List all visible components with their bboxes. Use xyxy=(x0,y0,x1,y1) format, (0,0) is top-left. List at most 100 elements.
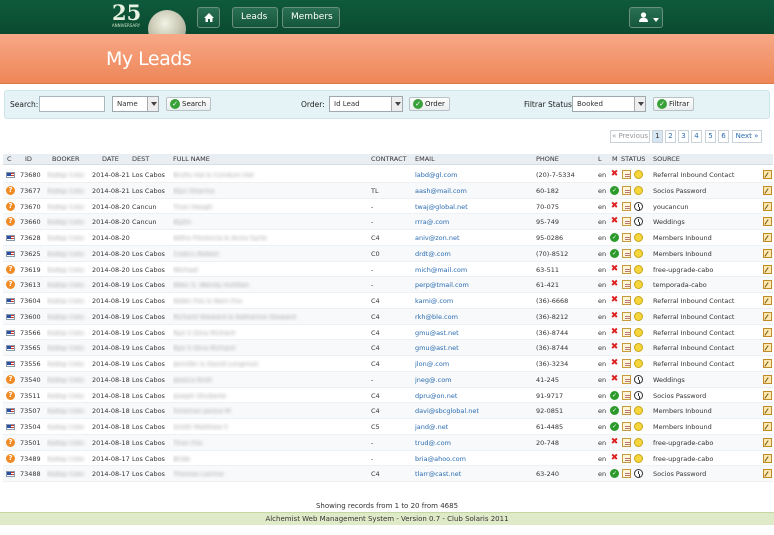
table-row[interactable]: 73565 Ksdop Coto 2014-08-19 Los Cabos Rye S … xyxy=(3,340,773,356)
cell-email[interactable]: jneg@.com xyxy=(415,376,533,384)
table-row[interactable]: ? 73501 Ksdop Coto 2014-08-18 Los Cabos Tiran… xyxy=(3,434,773,451)
x-icon[interactable]: ✖ xyxy=(610,327,619,337)
table-row[interactable]: 73566 Ksdop Coto 2014-08-19 Los Cabos Rye S … xyxy=(3,325,773,341)
cell-email[interactable]: perp@tmail.com xyxy=(415,281,533,289)
table-row[interactable]: 73600 Ksdop Coto 2014-08-19 Los Cabos Richar… xyxy=(3,308,773,325)
page-button-1[interactable]: 1 xyxy=(652,130,663,143)
table-row[interactable]: ? 73670 Ksdop Coto 2014-08-20 Cancun Tiran He… xyxy=(3,199,773,215)
check-circle-icon[interactable]: ✓ xyxy=(610,248,619,258)
cell-email[interactable]: mich@mail.com xyxy=(415,266,533,274)
edit-icon[interactable] xyxy=(763,453,772,463)
cell-email[interactable]: jand@.net xyxy=(415,423,533,431)
cell-email[interactable]: bria@ahoo.com xyxy=(415,455,533,463)
cell-email[interactable]: davi@sbcglobal.net xyxy=(415,407,533,415)
cell-email[interactable]: gmu@ast.net xyxy=(415,344,533,352)
note-icon[interactable] xyxy=(622,201,631,211)
note-icon[interactable] xyxy=(622,359,631,368)
note-icon[interactable] xyxy=(622,264,631,274)
check-circle-icon[interactable]: ✓ xyxy=(610,469,619,479)
note-icon[interactable] xyxy=(622,390,631,400)
cell-email[interactable]: jlon@.com xyxy=(415,360,533,368)
edit-icon[interactable] xyxy=(763,327,772,337)
previous-page-button[interactable]: « Previous xyxy=(610,130,650,143)
table-row[interactable]: 73488 Ksdop Coto 2014-08-17 Los Cabos Thomas… xyxy=(3,466,773,482)
table-row[interactable]: ? 73619 Ksdop Coto 2014-08-20 Los Cabos Micha… xyxy=(3,262,773,278)
cell-email[interactable]: labd@gl.com xyxy=(415,171,533,179)
page-button-6[interactable]: 6 xyxy=(718,130,729,143)
filter-button[interactable]: ✓ Filtrar xyxy=(653,97,695,111)
cell-email[interactable]: kami@.com xyxy=(415,297,533,305)
page-button-5[interactable]: 5 xyxy=(705,130,716,143)
edit-icon[interactable] xyxy=(763,343,772,353)
search-input[interactable] xyxy=(39,96,105,112)
note-icon[interactable] xyxy=(622,217,631,227)
edit-icon[interactable] xyxy=(763,170,772,179)
column-header-m[interactable]: M xyxy=(612,155,618,163)
x-icon[interactable]: ✖ xyxy=(610,453,619,463)
note-icon[interactable] xyxy=(622,170,631,179)
table-row[interactable]: ? 73660 Ksdop Coto 2014-08-20 Cancun Alyhn - rr… xyxy=(3,214,773,230)
table-row[interactable]: ? 73540 Ksdop Coto 2014-08-18 Los Cabos Jessi… xyxy=(3,371,773,388)
page-button-2[interactable]: 2 xyxy=(665,130,676,143)
note-icon[interactable] xyxy=(622,469,631,479)
column-header-fullname[interactable]: FULL NAME xyxy=(173,155,210,163)
table-row[interactable]: 73628 Ksdop Coto 2014-08-20 Abfra Florencia… xyxy=(3,230,773,246)
edit-icon[interactable] xyxy=(763,390,772,400)
x-icon[interactable]: ✖ xyxy=(610,280,619,289)
cell-email[interactable]: aniv@zon.net xyxy=(415,234,533,242)
column-header-contract[interactable]: CONTRACT xyxy=(371,155,407,163)
cell-email[interactable]: rrra@.com xyxy=(415,218,533,226)
column-header-dest[interactable]: DEST xyxy=(132,155,149,163)
leads-menu-button[interactable]: Leads xyxy=(232,7,278,38)
x-icon[interactable]: ✖ xyxy=(610,264,619,274)
x-icon[interactable]: ✖ xyxy=(610,359,619,368)
x-icon[interactable]: ✖ xyxy=(610,296,619,305)
edit-icon[interactable] xyxy=(763,264,772,274)
cell-email[interactable]: tlarr@cast.net xyxy=(415,470,533,478)
cell-email[interactable]: gmu@ast.net xyxy=(415,329,533,337)
edit-icon[interactable] xyxy=(763,217,772,227)
column-header-source[interactable]: SOURCE xyxy=(653,155,680,163)
page-button-4[interactable]: 4 xyxy=(691,130,702,143)
table-row[interactable]: ? 73677 Ksdop Coto 2014-08-21 Los Cabos Alyn … xyxy=(3,182,773,199)
edit-icon[interactable] xyxy=(763,469,772,479)
edit-icon[interactable] xyxy=(763,311,772,321)
table-row[interactable]: 73507 Ksdop Coto 2014-08-18 Los Cabos Forema… xyxy=(3,403,773,419)
page-button-3[interactable]: 3 xyxy=(678,130,689,143)
note-icon[interactable] xyxy=(622,343,631,353)
note-icon[interactable] xyxy=(622,185,631,195)
table-row[interactable]: 73680 Ksdop Coto 2014-08-21 Los Cabos Bruhs … xyxy=(3,167,773,183)
order-select[interactable]: Id Lead xyxy=(329,96,403,112)
table-row[interactable]: 73556 Ksdop Coto 2014-08-19 Los Cabos Jennif… xyxy=(3,356,773,372)
table-row[interactable]: 73604 Ksdop Coto 2014-08-19 Los Cabos Alden … xyxy=(3,293,773,309)
note-icon[interactable] xyxy=(622,327,631,337)
note-icon[interactable] xyxy=(622,296,631,305)
check-circle-icon[interactable]: ✓ xyxy=(610,233,619,242)
edit-icon[interactable] xyxy=(763,296,772,305)
note-icon[interactable] xyxy=(622,374,631,384)
x-icon[interactable]: ✖ xyxy=(610,437,619,447)
edit-icon[interactable] xyxy=(763,280,772,290)
note-icon[interactable] xyxy=(622,248,631,258)
edit-icon[interactable] xyxy=(763,201,772,211)
order-button[interactable]: ✓ Order xyxy=(409,97,450,111)
table-row[interactable]: ? 73613 Ksdop Coto 2014-08-19 Los Cabos Allen… xyxy=(3,277,773,293)
cell-email[interactable]: drdt@.com xyxy=(415,250,533,258)
x-icon[interactable]: ✖ xyxy=(610,201,619,211)
column-header-l[interactable]: L xyxy=(598,155,602,163)
club-solaris-logo[interactable]: 25 ANNIVERSARY xyxy=(104,2,186,48)
search-field-select[interactable]: Name xyxy=(112,96,159,112)
note-icon[interactable] xyxy=(622,280,631,290)
cell-email[interactable]: twaj@global.net xyxy=(415,203,533,211)
x-icon[interactable]: ✖ xyxy=(610,374,619,384)
table-row[interactable]: ? 73489 Ksdop Coto 2014-08-17 Los Cabos Bride… xyxy=(3,451,773,467)
column-header-booker[interactable]: BOOKER xyxy=(52,155,79,163)
note-icon[interactable] xyxy=(622,453,631,463)
column-header-email[interactable]: EMAIL xyxy=(415,155,435,163)
members-menu-button[interactable]: Members xyxy=(282,7,340,38)
table-row[interactable]: 73625 Ksdop Coto 2014-08-20 Los Cabos Coskru… xyxy=(3,245,773,262)
next-page-button[interactable]: Next » xyxy=(732,130,762,143)
home-button[interactable] xyxy=(197,7,220,28)
edit-icon[interactable] xyxy=(763,374,772,384)
cell-email[interactable]: aash@mail.com xyxy=(415,187,533,195)
